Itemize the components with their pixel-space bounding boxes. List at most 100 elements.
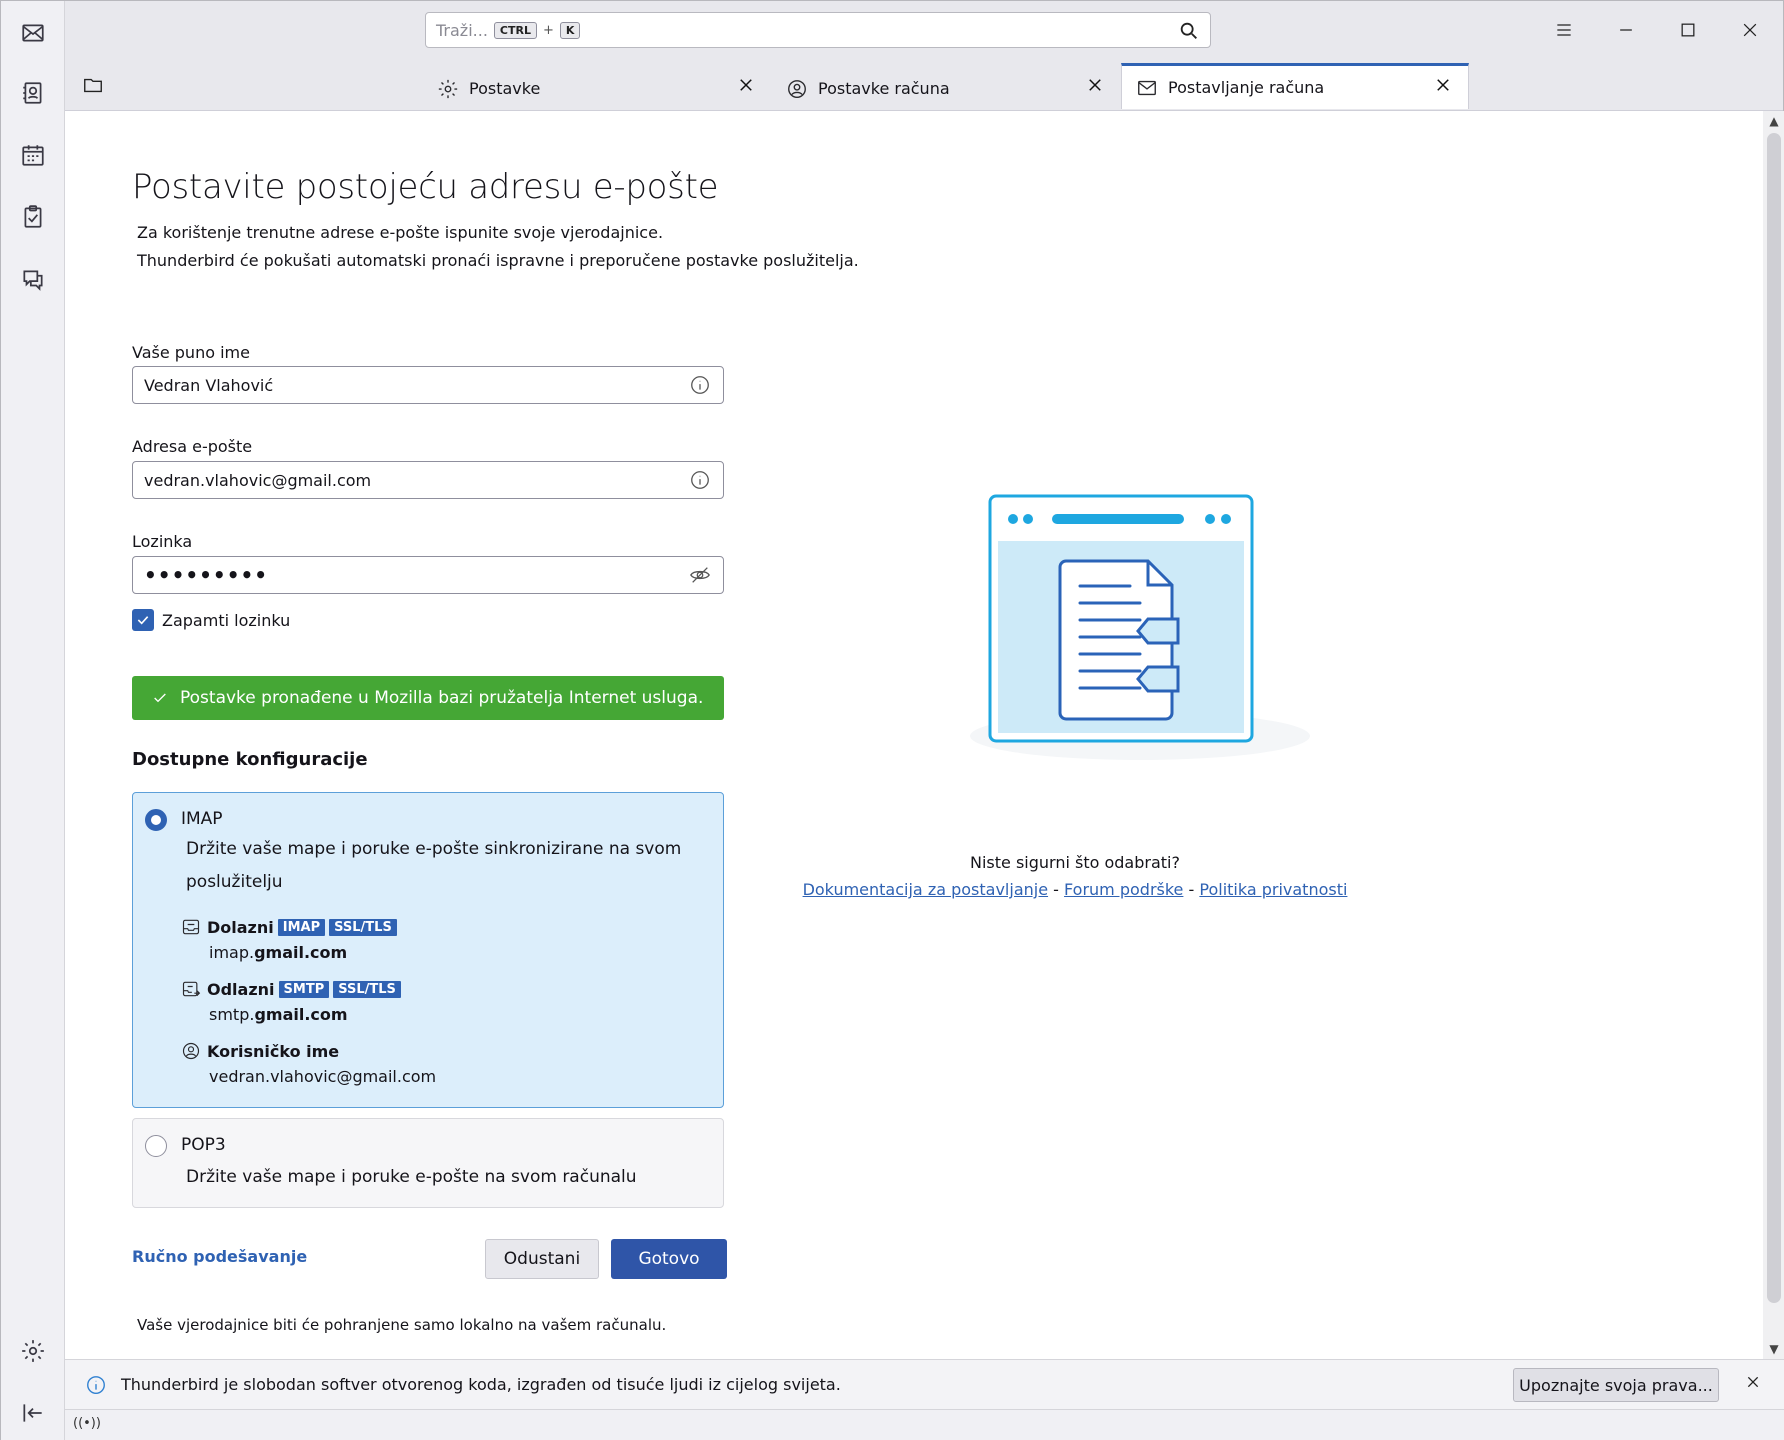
- radio-unselected-icon[interactable]: [145, 1135, 167, 1157]
- outgoing-server-icon: [181, 979, 201, 999]
- outgoing-host-domain: gmail.com: [254, 1005, 348, 1024]
- tab-settings[interactable]: Postavke: [423, 66, 771, 111]
- email-input[interactable]: vedran.vlahovic@gmail.com: [132, 461, 724, 499]
- tab-label: Postavljanje računa: [1168, 78, 1325, 97]
- username-value: vedran.vlahovic@gmail.com: [209, 1067, 437, 1086]
- config-option-pop3[interactable]: POP3 Držite vaše mape i poruke e-pošte n…: [132, 1118, 724, 1208]
- search-placeholder: Traži...: [436, 20, 488, 40]
- global-search-input[interactable]: Traži... CTRL + K: [425, 12, 1211, 48]
- mail-space-icon[interactable]: [13, 13, 53, 53]
- configs-heading: Dostupne konfiguracije: [132, 749, 368, 770]
- password-value: •••••••••: [144, 563, 269, 587]
- info-icon[interactable]: [689, 469, 711, 491]
- gear-icon: [437, 78, 459, 100]
- outgoing-host-prefix: smtp.: [209, 1005, 255, 1024]
- close-window-icon[interactable]: [1735, 15, 1765, 45]
- privacy-policy-link[interactable]: Politika privatnosti: [1199, 880, 1347, 899]
- title-bar: Traži... CTRL + K: [65, 1, 1783, 59]
- chat-icon[interactable]: [13, 259, 53, 299]
- page-subtitle: Za korištenje trenutne adrese e-pošte is…: [137, 223, 664, 242]
- tab-label: Postavke računa: [818, 79, 950, 98]
- shortcut-ctrl: CTRL: [493, 21, 537, 39]
- success-message: Postavke pronađene u Mozilla bazi pružat…: [180, 688, 704, 708]
- settings-gear-icon[interactable]: [13, 1331, 53, 1371]
- tab-account-setup[interactable]: Postavljanje računa: [1121, 63, 1469, 109]
- config-description: poslužitelju: [186, 872, 283, 892]
- tab-account-settings[interactable]: Postavke računa: [772, 66, 1120, 111]
- close-tab-icon[interactable]: [1086, 76, 1108, 98]
- incoming-host-domain: gmail.com: [254, 943, 348, 962]
- cancel-button[interactable]: Odustani: [485, 1239, 599, 1279]
- app-menu-icon[interactable]: [1549, 15, 1579, 45]
- config-option-imap[interactable]: IMAP Držite vaše mape i poruke e-pošte s…: [132, 792, 724, 1108]
- full-name-input[interactable]: Vedran Vlahović: [132, 366, 724, 404]
- check-icon: [154, 693, 166, 703]
- support-forum-link[interactable]: Forum podrške: [1064, 880, 1183, 899]
- collapse-toolbar-icon[interactable]: [13, 1393, 53, 1433]
- shortcut-plus: +: [542, 22, 554, 38]
- config-description: Držite vaše mape i poruke e-pošte sinkro…: [186, 839, 682, 859]
- close-notification-icon[interactable]: [1745, 1374, 1767, 1396]
- address-book-icon[interactable]: [13, 73, 53, 113]
- page-title: Postavite postojeću adresu e-pošte: [132, 167, 719, 207]
- search-icon[interactable]: [1178, 20, 1200, 42]
- notification-text: Thunderbird je slobodan softver otvoreno…: [121, 1375, 841, 1394]
- manual-config-link[interactable]: Ručno podešavanje: [132, 1247, 307, 1266]
- account-icon: [786, 78, 808, 100]
- tasks-icon[interactable]: [13, 197, 53, 237]
- remember-password-label: Zapamti lozinku: [162, 610, 291, 630]
- config-name: IMAP: [181, 809, 223, 829]
- close-tab-icon[interactable]: [1434, 76, 1456, 98]
- radio-selected-icon[interactable]: [145, 809, 167, 831]
- notification-bar: Thunderbird je slobodan softver otvoreno…: [65, 1359, 1784, 1409]
- help-question: Niste sigurni što odabrati?: [970, 853, 1180, 872]
- incoming-label: Dolazni: [207, 917, 274, 937]
- status-bar: ((•)): [65, 1409, 1784, 1440]
- username-label: Korisničko ime: [207, 1041, 340, 1061]
- protocol-badge: IMAP: [277, 918, 326, 936]
- password-label: Lozinka: [132, 532, 193, 551]
- online-status-icon[interactable]: ((•)): [73, 1416, 101, 1436]
- calendar-icon[interactable]: [13, 135, 53, 175]
- done-button[interactable]: Gotovo: [611, 1239, 727, 1279]
- spaces-toolbar: [1, 1, 65, 1440]
- incoming-host-prefix: imap.: [209, 943, 255, 962]
- know-your-rights-button[interactable]: Upoznajte svoja prava...: [1513, 1368, 1719, 1402]
- folder-tab-icon[interactable]: [79, 71, 107, 99]
- help-section: Niste sigurni što odabrati? Dokumentacij…: [765, 853, 1385, 899]
- close-tab-icon[interactable]: [737, 76, 759, 98]
- user-icon: [181, 1041, 201, 1061]
- document-illustration: [970, 494, 1310, 760]
- incoming-server: Dolazni IMAP SSL/TLS imap.gmail.com: [181, 917, 397, 962]
- outgoing-label: Odlazni: [207, 979, 275, 999]
- tab-label: Postavke: [469, 79, 541, 98]
- link-separator: -: [1053, 880, 1059, 899]
- setup-docs-link[interactable]: Dokumentacija za postavljanje: [803, 880, 1049, 899]
- info-icon[interactable]: [689, 374, 711, 396]
- content-scrollbar[interactable]: ▲ ▼: [1763, 111, 1784, 1359]
- thunderbird-window: Traži... CTRL + K Postavke Postavke raču…: [0, 0, 1784, 1440]
- account-setup-page: Postavite postojeću adresu e-pošte Za ko…: [65, 111, 1763, 1359]
- page-subtitle: Thunderbird će pokušati automatski prona…: [137, 251, 859, 270]
- scroll-down-icon[interactable]: ▼: [1766, 1341, 1782, 1357]
- security-badge: SSL/TLS: [333, 980, 401, 998]
- config-description: Držite vaše mape i poruke e-pošte na svo…: [186, 1167, 637, 1187]
- protocol-badge: SMTP: [278, 980, 330, 998]
- success-notice: Postavke pronađene u Mozilla bazi pružat…: [132, 676, 724, 720]
- password-input[interactable]: •••••••••: [132, 556, 724, 594]
- scroll-thumb[interactable]: [1767, 133, 1781, 1303]
- full-name-value: Vedran Vlahović: [144, 375, 274, 395]
- username-info: Korisničko ime vedran.vlahovic@gmail.com: [181, 1041, 436, 1086]
- shortcut-k: K: [559, 21, 581, 39]
- eye-slash-icon[interactable]: [689, 564, 711, 586]
- info-icon: [85, 1374, 107, 1396]
- mail-setup-icon: [1136, 77, 1158, 99]
- remember-password-checkbox[interactable]: Zapamti lozinku: [132, 609, 290, 631]
- email-value: vedran.vlahovic@gmail.com: [144, 470, 372, 490]
- credentials-note: Vaše vjerodajnice biti će pohranjene sam…: [137, 1316, 667, 1334]
- scroll-up-icon[interactable]: ▲: [1766, 113, 1782, 129]
- maximize-icon[interactable]: [1673, 15, 1703, 45]
- full-name-label: Vaše puno ime: [132, 343, 250, 362]
- checkbox-checked-icon[interactable]: [132, 609, 154, 631]
- minimize-icon[interactable]: [1611, 15, 1641, 45]
